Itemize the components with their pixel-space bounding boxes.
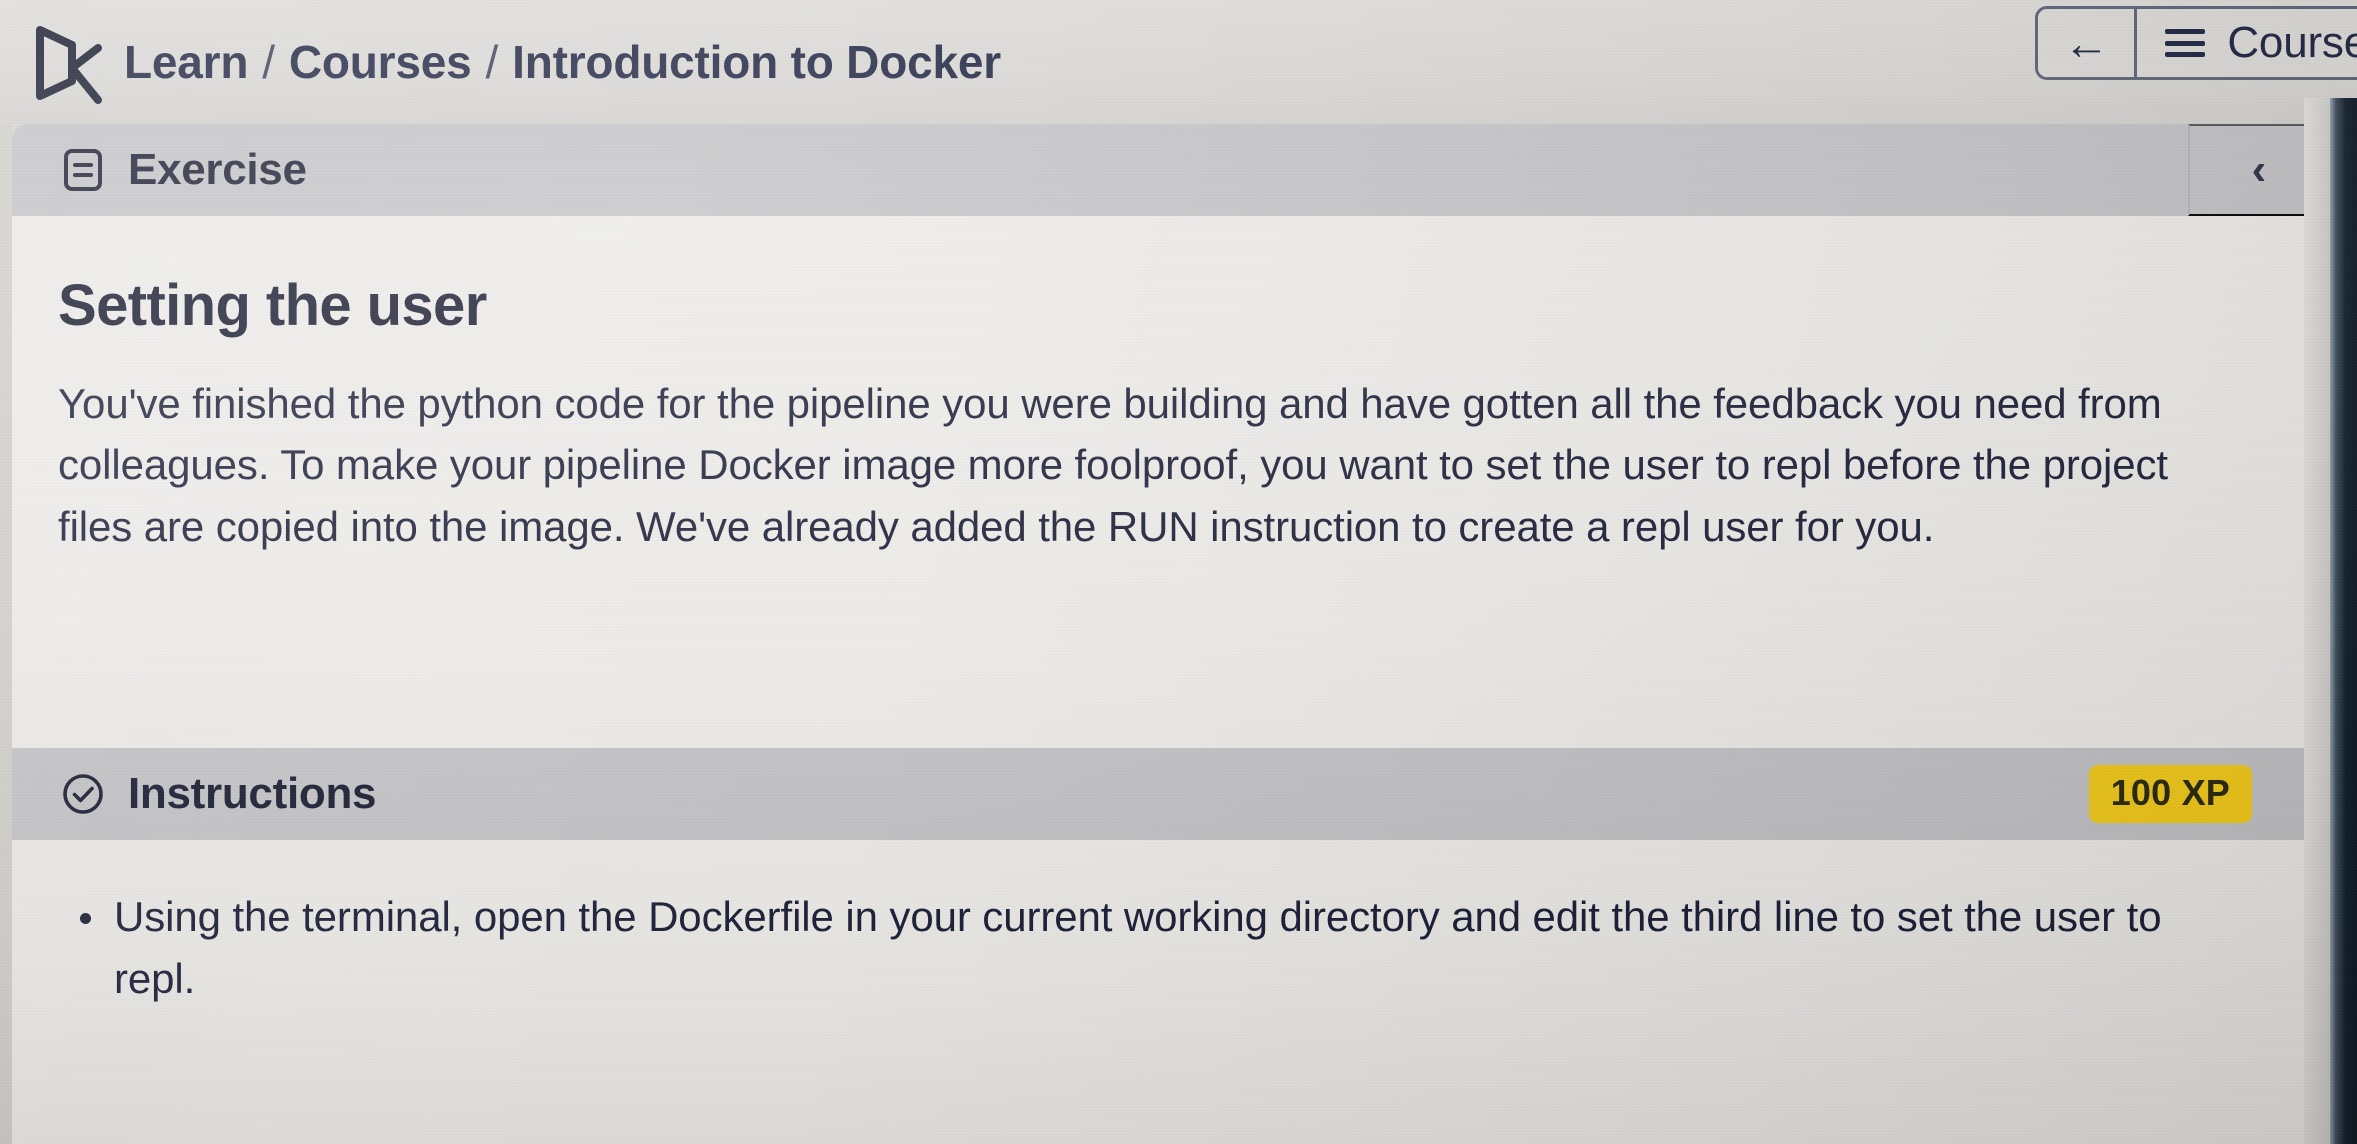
course-menu-button[interactable]: Course <box>2134 9 2357 77</box>
arrow-left-icon: ← <box>2063 17 2110 69</box>
exercise-description: You've finished the python code for the … <box>58 380 2168 550</box>
editor-pane-edge <box>2330 98 2357 1144</box>
list-item: Using the terminal, open the Dockerfile … <box>58 886 2218 1010</box>
instructions-content: Using the terminal, open the Dockerfile … <box>12 840 2330 1041</box>
breadcrumb: Learn / Courses / Introduction to Docker <box>124 35 1001 89</box>
top-navigation-bar: Learn / Courses / Introduction to Docker… <box>0 0 2357 124</box>
breadcrumb-item-learn[interactable]: Learn <box>124 35 248 89</box>
breadcrumb-item-current-course[interactable]: Introduction to Docker <box>512 35 1001 89</box>
breadcrumb-separator: / <box>262 36 275 88</box>
exercise-content: Setting the user You've finished the pyt… <box>12 216 2330 748</box>
breadcrumb-item-courses[interactable]: Courses <box>289 35 472 89</box>
hamburger-menu-icon <box>2165 29 2206 57</box>
exercise-panel: Exercise ‹ Setting the user You've finis… <box>12 124 2330 1144</box>
instructions-section-header: Instructions 100 XP <box>12 748 2330 840</box>
instructions-section-label: Instructions <box>128 769 377 818</box>
back-button[interactable]: ← <box>2038 9 2135 77</box>
datacamp-logo-icon[interactable] <box>26 19 108 105</box>
exercise-section-header: Exercise ‹ <box>12 124 2330 216</box>
topbar-action-group: ← Course <box>2035 6 2357 80</box>
course-menu-label: Course <box>2227 18 2357 67</box>
exercise-section-label: Exercise <box>128 145 307 194</box>
document-lines-icon <box>60 147 106 193</box>
breadcrumb-separator: / <box>485 36 499 88</box>
check-circle-icon <box>60 771 106 817</box>
exercise-title: Setting the user <box>58 273 487 338</box>
chevron-left-icon: ‹ <box>2251 145 2267 194</box>
panel-left-edge <box>0 124 12 1144</box>
panel-right-gutter <box>2304 98 2330 1144</box>
xp-badge: 100 XP <box>2088 765 2252 823</box>
instructions-list: Using the terminal, open the Dockerfile … <box>58 886 2272 1010</box>
